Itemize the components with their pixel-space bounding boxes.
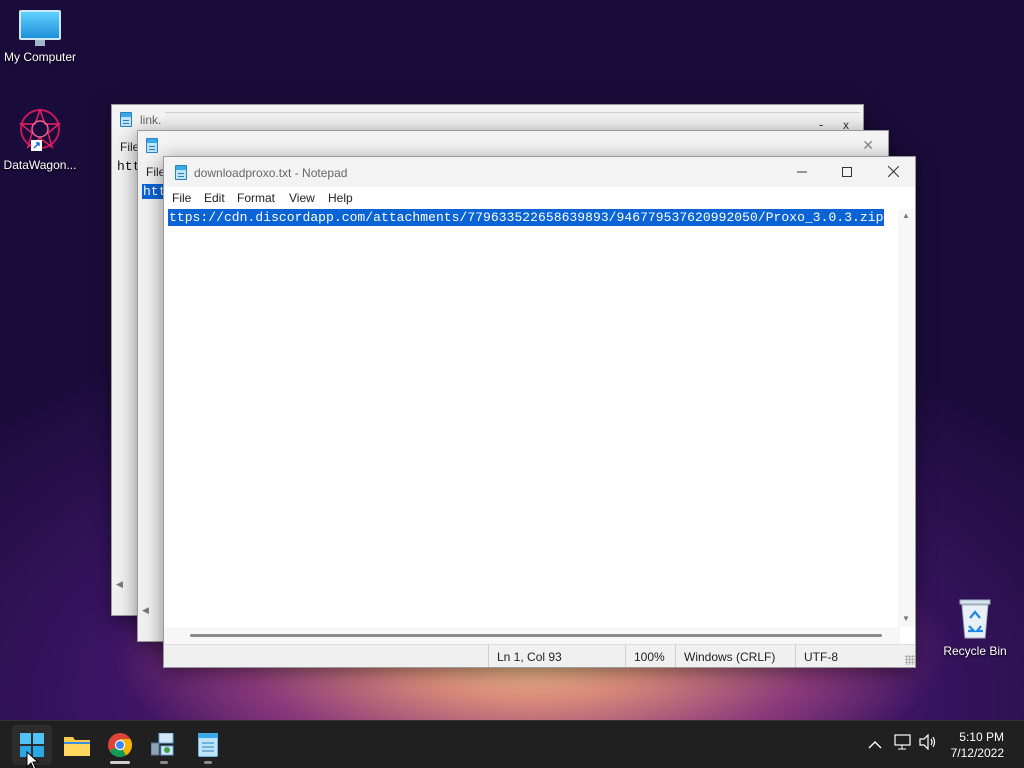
chrome-icon — [108, 733, 132, 757]
menu-file[interactable]: File — [172, 191, 191, 205]
mouse-cursor-icon — [26, 751, 40, 768]
taskbar-network-tool[interactable] — [144, 725, 184, 765]
taskbar: 5:10 PM 7/12/2022 — [0, 720, 1024, 768]
menu-view[interactable]: View — [289, 191, 315, 205]
menu-format[interactable]: Format — [237, 191, 275, 205]
file-explorer-icon — [64, 737, 90, 756]
scroll-left-arrow-icon[interactable]: ◀ — [116, 579, 123, 590]
status-line-ending: Windows (CRLF) — [675, 645, 795, 667]
notepad-window-main[interactable]: downloadproxo.txt - Notepad File Edit Fo… — [163, 156, 916, 668]
resize-grip-icon[interactable] — [905, 655, 915, 665]
close-button[interactable] — [870, 157, 915, 187]
scroll-up-arrow-icon[interactable]: ▲ — [902, 211, 910, 220]
clock-date: 7/12/2022 — [950, 746, 1004, 760]
menu-bar: File Edit Format View Help — [164, 187, 915, 209]
window-title: link. — [140, 113, 162, 127]
desktop-icon-my-computer[interactable]: My Computer — [0, 10, 80, 64]
vertical-scrollbar[interactable]: ▲ ▼ — [898, 209, 915, 627]
menu-edit[interactable]: Edit — [204, 191, 225, 205]
status-cursor-position: Ln 1, Col 93 — [488, 645, 623, 667]
close-button[interactable]: ✕ — [862, 137, 874, 154]
network-status-button[interactable] — [894, 721, 912, 768]
running-indicator — [204, 761, 212, 764]
title-bar[interactable]: downloadproxo.txt - Notepad — [164, 157, 915, 187]
notepad-icon — [120, 112, 132, 127]
chevron-up-icon — [868, 741, 882, 749]
status-zoom: 100% — [625, 645, 675, 667]
window-title: downloadproxo.txt - Notepad — [194, 166, 348, 180]
maximize-button[interactable] — [824, 157, 870, 187]
monitor-icon — [19, 10, 61, 46]
minimize-button[interactable] — [779, 157, 825, 187]
status-encoding: UTF-8 — [795, 645, 915, 667]
recycle-bin-icon — [957, 598, 993, 640]
datawagon-icon — [17, 106, 63, 152]
notepad-icon — [146, 138, 158, 153]
taskbar-chrome[interactable] — [100, 725, 140, 765]
clock-time: 5:10 PM — [959, 730, 1004, 744]
menu-help[interactable]: Help — [328, 191, 353, 205]
status-bar: Ln 1, Col 93 100% Windows (CRLF) UTF-8 — [164, 644, 915, 667]
desktop-icon-recycle-bin[interactable]: Recycle Bin — [935, 598, 1015, 658]
scroll-down-arrow-icon[interactable]: ▼ — [902, 614, 910, 623]
horizontal-scrollbar[interactable] — [164, 627, 900, 644]
volume-button[interactable] — [919, 721, 937, 768]
running-indicator — [160, 761, 168, 764]
close-icon — [887, 165, 899, 178]
desktop-icon-label: DataWagon... — [3, 158, 77, 172]
desktop-icon-label: Recycle Bin — [943, 644, 1007, 658]
running-indicator — [110, 761, 130, 764]
show-hidden-icons-button[interactable] — [868, 721, 882, 768]
volume-icon — [919, 733, 936, 751]
taskbar-file-explorer[interactable] — [57, 725, 97, 765]
clock[interactable]: 5:10 PM 7/12/2022 — [951, 729, 1004, 761]
editor-selected-text[interactable]: ttps://cdn.discordapp.com/attachments/77… — [168, 209, 885, 226]
minimize-icon — [797, 171, 807, 173]
network-tool-icon — [151, 733, 174, 756]
notepad-icon — [175, 165, 187, 180]
desktop-icon-datawagon[interactable]: DataWagon... — [0, 106, 80, 172]
maximize-icon — [842, 167, 852, 177]
scroll-left-arrow-icon[interactable]: ◀ — [142, 605, 149, 616]
taskbar-notepad[interactable] — [188, 725, 228, 765]
network-icon — [894, 734, 911, 750]
desktop-icon-label: My Computer — [3, 50, 77, 64]
horizontal-scroll-thumb[interactable] — [190, 634, 882, 637]
notepad-icon — [198, 733, 218, 757]
